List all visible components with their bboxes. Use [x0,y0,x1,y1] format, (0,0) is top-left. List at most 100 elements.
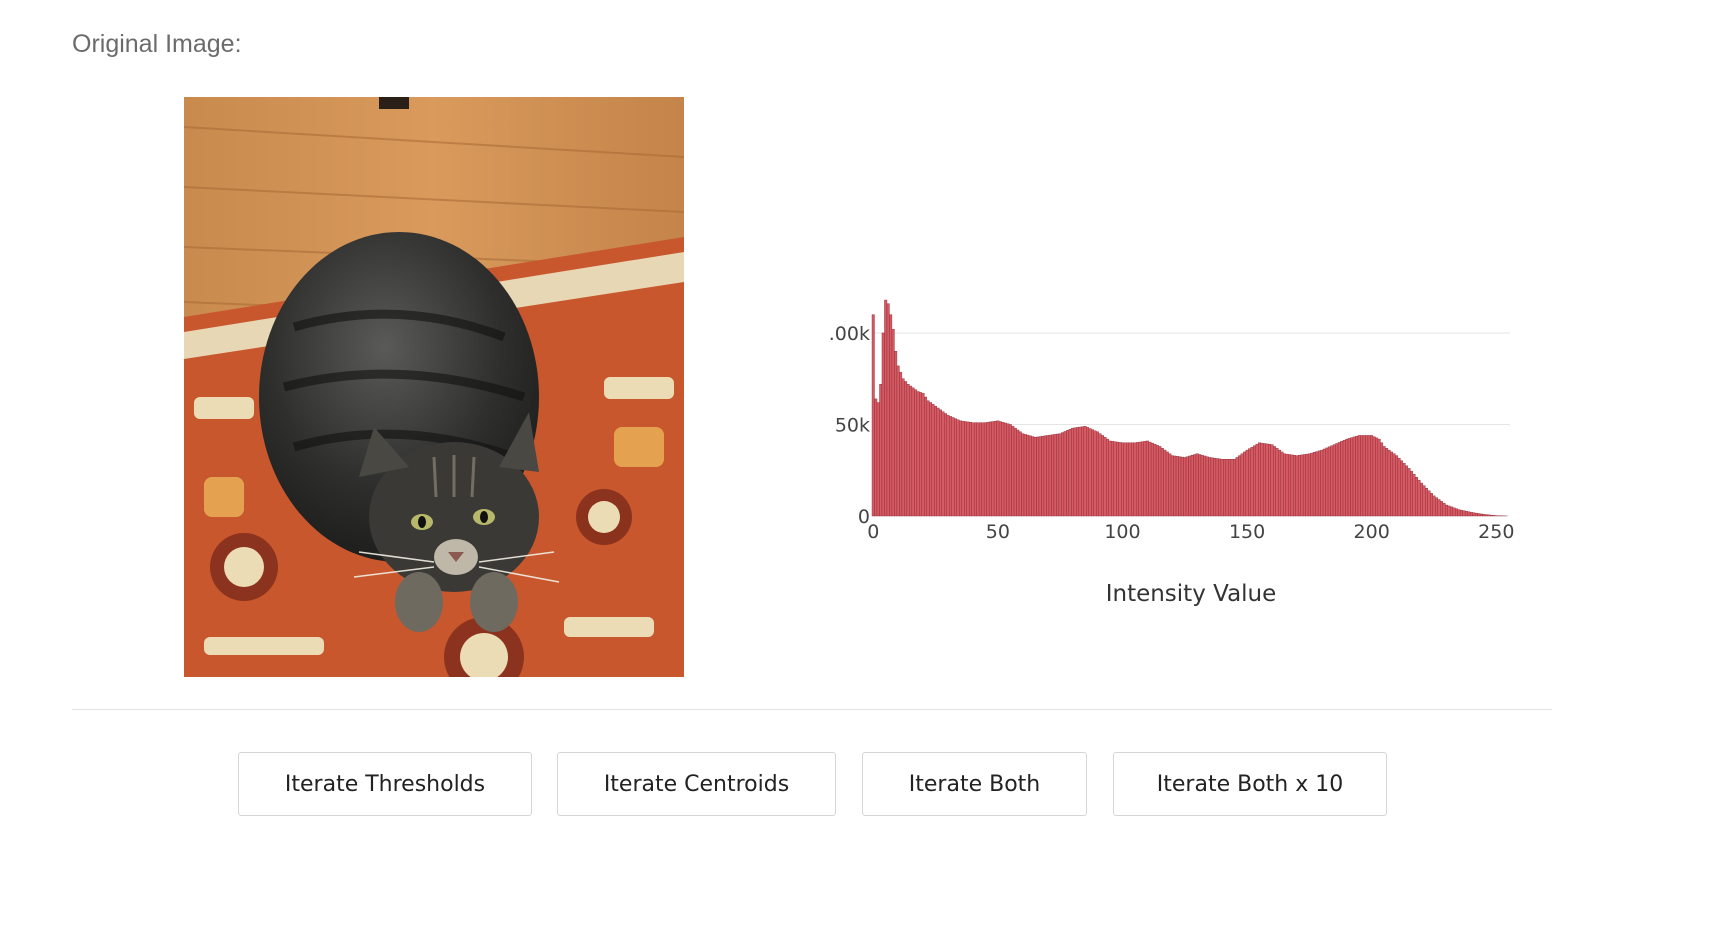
x-tick-label: 200 [1354,521,1390,543]
histogram-bar [1437,499,1441,517]
histogram-bar [1268,444,1271,517]
histogram-bar [1412,474,1416,517]
histogram-bar [889,314,893,517]
histogram-bar [1148,441,1152,517]
histogram-bar [1278,449,1281,517]
histogram-bar [1345,438,1349,517]
histogram-bar [1322,448,1326,517]
histogram-bar [1385,448,1389,517]
histogram-bar [1140,441,1144,517]
histogram-bar [1200,455,1204,517]
histogram-bar [1026,434,1030,517]
iterate-both-x10-button[interactable]: Iterate Both x 10 [1113,752,1387,816]
histogram-bar [971,422,975,517]
histogram-bar [976,422,980,517]
histogram-bar [1031,436,1035,517]
histogram-bar [1484,514,1488,517]
histogram-bar [894,351,898,517]
histogram-bar [1051,434,1055,517]
original-image [184,97,684,677]
histogram-bar [1315,451,1319,517]
histogram-bar [1033,437,1037,517]
histogram-bar [1270,444,1274,517]
histogram-bar [1445,504,1448,517]
histogram-bar [1188,455,1192,517]
histogram-bar [1106,438,1109,517]
histogram-bar [1283,453,1286,517]
section-label-original-image: Original Image: [72,30,242,58]
histogram-bar [1116,441,1119,517]
histogram-bar [1168,453,1172,517]
histogram-bar [1467,511,1471,517]
histogram-bar [954,418,957,517]
histogram-bar [1435,497,1438,517]
histogram-bar [899,372,903,517]
histogram-bar [1071,427,1075,517]
histogram-bar [1228,459,1232,517]
histogram-bar [959,420,962,517]
iterate-centroids-button[interactable]: Iterate Centroids [557,752,836,816]
histogram-bar [881,332,885,517]
histogram-bar [1449,506,1453,517]
histogram-bars [871,299,1508,517]
histogram-bar [936,407,940,517]
histogram-bar [1108,440,1112,517]
histogram-bar [1150,442,1154,517]
histogram-bar [1086,427,1090,517]
histogram-bar [1163,449,1167,517]
histogram-bar [1317,450,1321,517]
histogram-bar [1292,455,1296,517]
histogram-bar [1245,449,1249,517]
histogram-bar [1001,422,1005,517]
histogram-bar [1138,441,1142,517]
histogram-bar [944,413,947,517]
histogram-bar [931,404,935,517]
histogram-bar [1183,457,1187,517]
histogram-bar [1273,446,1276,517]
histogram-bar [1255,444,1259,517]
x-tick-label: 250 [1478,521,1514,543]
histogram-bar [1258,442,1261,517]
histogram-bar [1477,513,1481,517]
histogram-bar [884,299,888,517]
histogram-bar [1263,443,1266,517]
histogram-bar [916,391,920,517]
histogram-bar [1096,431,1099,517]
histogram-bar [896,365,900,517]
iterate-thresholds-button[interactable]: Iterate Thresholds [238,752,532,816]
histogram-bar [914,389,918,517]
histogram-bar [1145,440,1149,517]
histogram-bar [1253,445,1256,517]
histogram-bar [983,422,987,517]
histogram-bar [1290,454,1294,517]
histogram-bar [981,422,985,517]
histogram-bar [1442,502,1446,517]
histogram-bar [1350,437,1354,517]
histogram-bar [1395,455,1399,517]
iterate-both-button[interactable]: Iterate Both [862,752,1087,816]
histogram-bar [1405,465,1409,517]
histogram-bar [886,303,890,517]
histogram-bar [1287,454,1291,517]
histogram-bar [1472,512,1476,517]
histogram-bar [1355,435,1359,517]
histogram-bar [1422,485,1426,517]
histogram-bar [1195,453,1199,517]
histogram-bar [1392,453,1396,517]
histogram-bar [1387,449,1391,517]
histogram-bar [978,422,982,517]
histogram-bar [1400,460,1404,517]
histogram-bar [1357,435,1361,517]
histogram-bar [1310,452,1314,517]
histogram-bar [961,420,965,517]
histogram-bar [1006,423,1010,517]
histogram-bar [1410,471,1414,517]
histogram-bar [988,421,992,517]
histogram-bar [1238,455,1242,517]
histogram-bar [1487,514,1491,517]
histogram-bar [1021,433,1025,517]
histogram-bar [951,417,955,517]
x-tick-label: 150 [1229,521,1265,543]
histogram-bar [1126,442,1129,517]
histogram-bar [1018,431,1022,517]
